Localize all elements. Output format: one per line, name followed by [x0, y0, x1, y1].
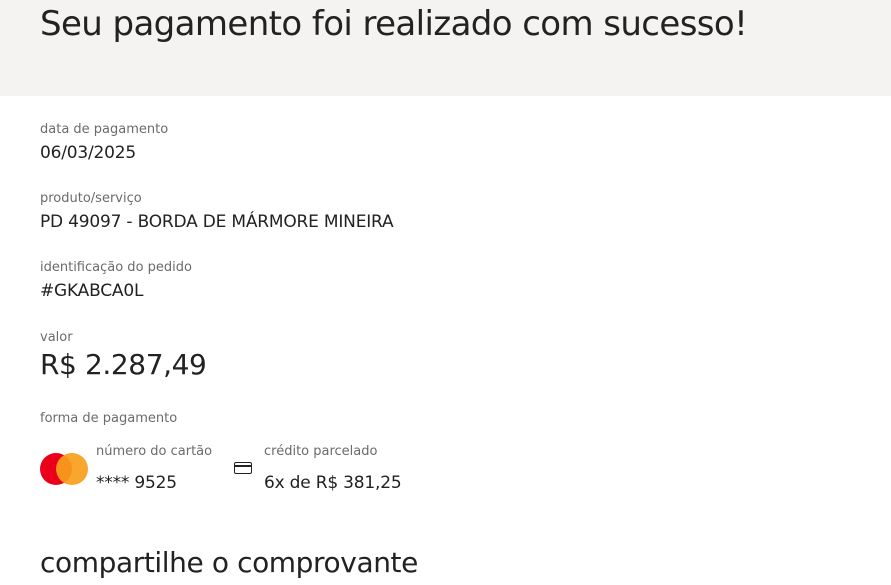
mastercard-logo-icon [40, 453, 88, 487]
payment-method-label: forma de pagamento [40, 411, 178, 426]
installment-block: crédito parcelado 6x de R$ 381,25 [264, 444, 402, 494]
amount-value: R$ 2.287,49 [40, 348, 207, 381]
amount-label: valor [40, 330, 73, 345]
installment-value: 6x de R$ 381,25 [264, 473, 402, 493]
product-field: produto/serviço PD 49097 - BORDA DE MÁRM… [40, 191, 394, 233]
installment-label: crédito parcelado [264, 444, 378, 459]
order-id-label: identificação do pedido [40, 260, 192, 275]
order-id-value: #GKABCA0L [40, 281, 144, 301]
order-id-field: identificação do pedido #GKABCA0L [40, 260, 192, 302]
amount-field: valor R$ 2.287,49 [40, 330, 207, 382]
success-header: Seu pagamento foi realizado com sucesso! [0, 0, 891, 96]
product-value: PD 49097 - BORDA DE MÁRMORE MINEIRA [40, 212, 394, 232]
card-number-block: número do cartão **** 9525 [96, 444, 212, 494]
payment-method-field: forma de pagamento [40, 411, 177, 427]
payment-date-label: data de pagamento [40, 122, 169, 137]
product-label: produto/serviço [40, 191, 142, 206]
page-title: Seu pagamento foi realizado com sucesso! [40, 4, 748, 44]
payment-method-details: número do cartão **** 9525 crédito parce… [40, 444, 540, 504]
card-number-value: **** 9525 [96, 473, 177, 493]
payment-date-value: 06/03/2025 [40, 143, 136, 163]
card-number-label: número do cartão [96, 444, 213, 459]
credit-card-icon [234, 462, 254, 476]
payment-date-field: data de pagamento 06/03/2025 [40, 122, 168, 164]
share-receipt-title: compartilhe o comprovante [40, 546, 418, 579]
